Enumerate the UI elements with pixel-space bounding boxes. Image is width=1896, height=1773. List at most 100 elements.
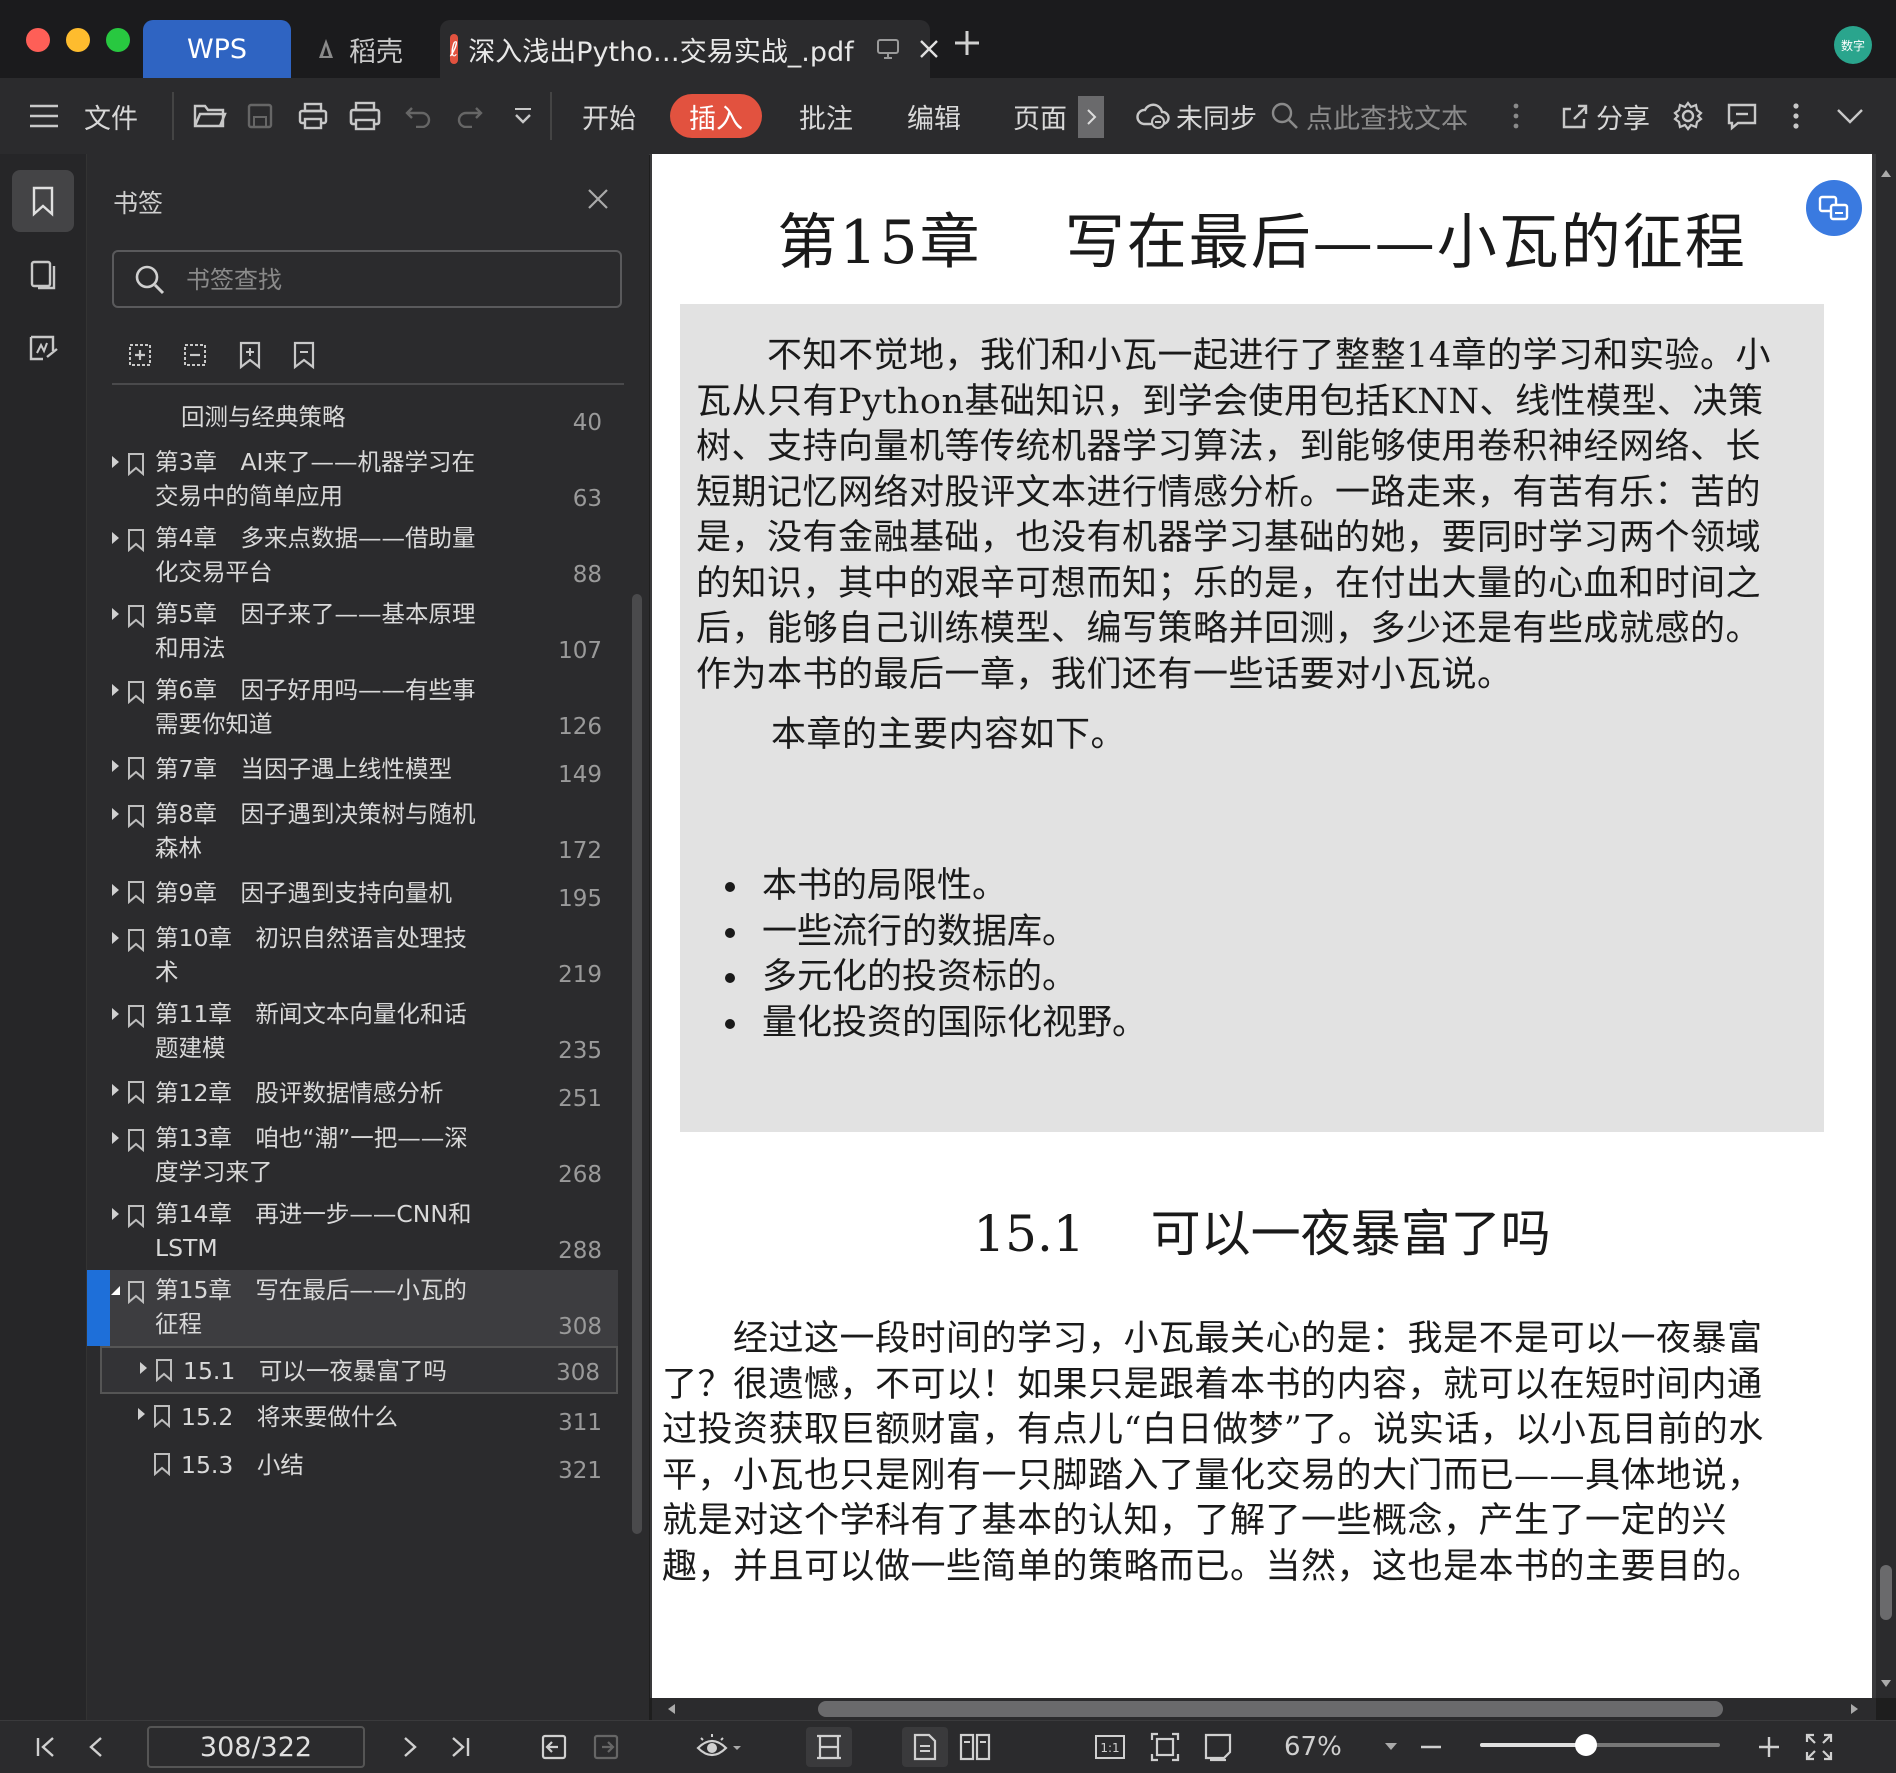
bookmark-panel-scrollbar[interactable] (632, 594, 642, 1534)
bookmark-item[interactable]: 第14章 再进一步——CNN和 LSTM 288 (100, 1194, 618, 1270)
page-number-input[interactable]: 308/322 (147, 1726, 365, 1768)
monitor-icon[interactable] (876, 38, 900, 60)
menu-scroll-right-icon[interactable] (1078, 96, 1104, 138)
sync-status[interactable]: 未同步 (1136, 78, 1257, 154)
collapse-ribbon-chevron-icon[interactable] (1830, 96, 1870, 136)
bookmark-item[interactable]: 第5章 因子来了——基本原理 和用法 107 (100, 594, 618, 670)
back-to-previous-view-icon[interactable] (540, 1727, 568, 1767)
avatar[interactable]: 数字 (1834, 26, 1872, 64)
menu-start[interactable]: 开始 (582, 78, 636, 154)
bookmark-item[interactable]: 第6章 因子好用吗——有些事 需要你知道 126 (100, 670, 618, 746)
fullscreen-icon[interactable] (1804, 1727, 1834, 1767)
more-vertical-icon[interactable] (1496, 96, 1536, 136)
bookmark-item[interactable]: 第15章 写在最后——小瓦的 征程 308 (87, 1270, 618, 1346)
bookmark-item[interactable]: 第10章 初识自然语言处理技 术 219 (100, 918, 618, 994)
bookmark-item[interactable]: 第9章 因子遇到支持向量机 195 (100, 870, 618, 918)
add-bookmark-icon[interactable] (237, 340, 263, 370)
bookmark-item[interactable]: 第3章 AI来了——机器学习在 交易中的简单应用 63 (100, 442, 618, 518)
print-icon[interactable] (293, 96, 333, 136)
forward-view-icon[interactable] (592, 1727, 620, 1767)
hamburger-menu-icon[interactable] (24, 96, 64, 136)
undo-icon[interactable] (398, 96, 438, 136)
caret-right-icon[interactable] (107, 806, 123, 822)
bookmark-item[interactable]: 15.2 将来要做什么 311 (100, 1394, 618, 1442)
bookmarks-panel-button[interactable] (12, 170, 74, 232)
collapse-all-icon[interactable] (180, 340, 210, 370)
tab-daoke[interactable]: 稻壳 (305, 20, 435, 78)
annotations-panel-button[interactable] (12, 316, 74, 378)
zoom-level[interactable]: 67% (1284, 1727, 1342, 1767)
tab-wps[interactable]: WPS (143, 20, 291, 78)
new-tab-icon[interactable] (952, 28, 982, 58)
bookmark-item[interactable]: 回测与经典策略 40 (100, 394, 618, 442)
single-page-mode-icon[interactable] (902, 1727, 948, 1767)
caret-right-icon[interactable] (107, 682, 123, 698)
expand-all-icon[interactable] (125, 340, 155, 370)
open-folder-icon[interactable] (190, 96, 230, 136)
bookmark-item[interactable]: 第4章 多来点数据——借助量 化交易平台 88 (100, 518, 618, 594)
vertical-scrollbar[interactable] (1876, 154, 1896, 1698)
bookmark-item[interactable]: 第12章 股评数据情感分析 251 (100, 1070, 618, 1118)
previous-page-icon[interactable] (86, 1727, 106, 1767)
tab-pdf-document[interactable]: ℓ 深入浅出Pytho…交易实战_.pdf (440, 20, 938, 78)
next-page-icon[interactable] (400, 1727, 420, 1767)
zoom-dropdown-icon[interactable] (1384, 1727, 1398, 1767)
zoom-out-icon[interactable] (1418, 1727, 1444, 1767)
bookmark-item[interactable]: 第8章 因子遇到决策树与随机 森林 172 (100, 794, 618, 870)
file-menu[interactable]: 文件 (84, 78, 138, 154)
caret-right-icon[interactable] (107, 1082, 123, 1098)
close-window-button[interactable] (26, 28, 50, 52)
bookmark-item[interactable]: 15.1 可以一夜暴富了吗 308 (100, 1346, 618, 1394)
actual-size-icon[interactable]: 1:1 (1094, 1727, 1126, 1767)
two-page-mode-icon[interactable] (958, 1727, 992, 1767)
more-options-icon[interactable] (1776, 96, 1816, 136)
menu-annotate[interactable]: 批注 (799, 78, 853, 154)
zoom-slider-track[interactable] (1480, 1734, 1720, 1756)
bookmark-search-box[interactable] (112, 250, 622, 308)
caret-right-icon[interactable] (107, 1006, 123, 1022)
menu-page[interactable]: 页面 (1013, 78, 1067, 154)
caret-right-icon[interactable] (135, 1360, 151, 1376)
bookmark-item[interactable]: 15.3 小结 321 (100, 1442, 618, 1490)
caret-right-icon[interactable] (107, 530, 123, 546)
caret-right-icon[interactable] (107, 1130, 123, 1146)
bookmark-item[interactable]: 第13章 咱也“潮”一把——深 度学习来了 268 (100, 1118, 618, 1194)
share-button[interactable]: 分享 (1560, 78, 1650, 154)
horizontal-scrollbar-thumb[interactable] (818, 1701, 1723, 1717)
vertical-scrollbar-thumb[interactable] (1880, 1565, 1892, 1620)
save-icon[interactable] (240, 96, 280, 136)
bookmark-item[interactable]: 第11章 新闻文本向量化和话 题建模 235 (100, 994, 618, 1070)
bookmark-search-input[interactable] (184, 260, 608, 300)
first-page-icon[interactable] (34, 1727, 58, 1767)
thumbnails-panel-button[interactable] (12, 244, 74, 306)
zoom-slider-handle[interactable] (1574, 1734, 1597, 1756)
close-panel-icon[interactable] (587, 188, 609, 210)
eye-protection-mode-icon[interactable] (696, 1727, 742, 1767)
caret-right-icon[interactable] (107, 882, 123, 898)
comment-icon[interactable] (1722, 96, 1762, 136)
fit-page-icon[interactable] (1150, 1727, 1180, 1767)
close-tab-icon[interactable] (918, 38, 940, 60)
caret-right-icon[interactable] (133, 1406, 149, 1422)
caret-right-icon[interactable] (107, 930, 123, 946)
caret-expanded-icon[interactable] (107, 1282, 123, 1298)
quick-access-dropdown-icon[interactable] (503, 96, 543, 136)
find-text-search[interactable]: 点此查找文本 (1270, 78, 1468, 154)
redo-icon[interactable] (450, 96, 490, 136)
continuous-scroll-mode-icon[interactable] (806, 1727, 852, 1767)
bookmark-item[interactable]: 第7章 当因子遇上线性模型 149 (100, 746, 618, 794)
menu-edit[interactable]: 编辑 (907, 78, 961, 154)
maximize-window-button[interactable] (106, 28, 130, 52)
last-page-icon[interactable] (448, 1727, 472, 1767)
caret-right-icon[interactable] (107, 758, 123, 774)
caret-right-icon[interactable] (107, 1206, 123, 1222)
floating-translate-button[interactable] (1806, 180, 1862, 236)
zoom-in-icon[interactable] (1756, 1727, 1782, 1767)
print-preview-icon[interactable] (345, 96, 385, 136)
caret-right-icon[interactable] (107, 606, 123, 622)
caret-right-icon[interactable] (107, 454, 123, 470)
fit-width-icon[interactable] (1202, 1727, 1234, 1767)
minimize-window-button[interactable] (66, 28, 90, 52)
menu-insert[interactable]: 插入 (670, 94, 762, 138)
remove-bookmark-icon[interactable] (291, 340, 317, 370)
